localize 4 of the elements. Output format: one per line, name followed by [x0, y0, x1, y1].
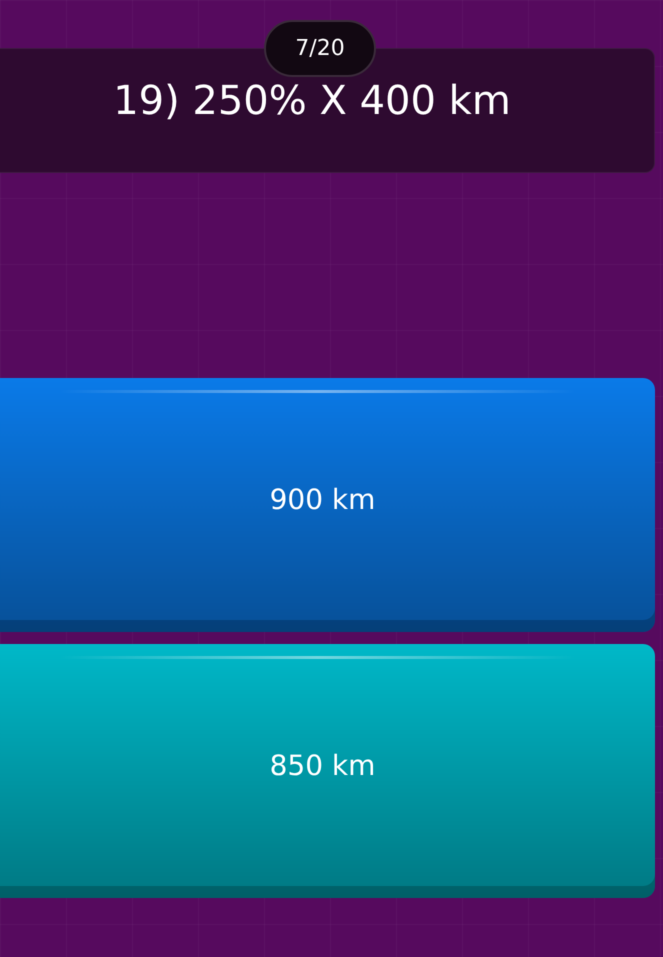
question-text: 19) 250% X 400 km — [113, 78, 511, 124]
answer-option[interactable]: 850 km — [0, 644, 655, 898]
question-counter: 7/20 — [264, 20, 376, 77]
answer-option[interactable]: 900 km — [0, 378, 655, 632]
